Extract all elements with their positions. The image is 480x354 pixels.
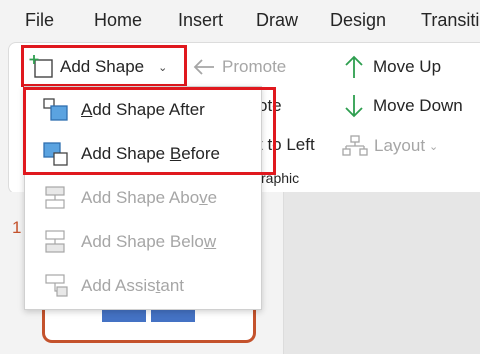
layout-button[interactable]: Layout ⌄ — [342, 134, 438, 158]
move-down-label: Move Down — [373, 96, 463, 115]
promote-button[interactable]: Promote — [192, 57, 286, 77]
thumbnail-shape — [151, 308, 195, 322]
tab-home[interactable]: Home — [94, 10, 142, 31]
move-up-button[interactable]: Move Up — [342, 54, 441, 80]
tab-draw[interactable]: Draw — [256, 10, 298, 31]
promote-label: Promote — [222, 57, 287, 76]
thumbnail-shape — [102, 308, 146, 322]
chevron-down-icon: ⌄ — [429, 140, 439, 153]
add-shape-below-icon — [45, 230, 65, 253]
tab-design[interactable]: Design — [330, 10, 386, 31]
tab-transitions[interactable]: Transiti — [421, 10, 479, 31]
move-up-label: Move Up — [373, 57, 442, 76]
slide-number: 1 — [12, 218, 22, 237]
tab-insert[interactable]: Insert — [178, 10, 223, 31]
menu-bar: File Home Insert Draw Design Transiti — [0, 0, 480, 42]
arrow-left-icon — [193, 59, 214, 75]
add-assistant-icon — [45, 274, 68, 297]
add-shape-below-item[interactable]: Add Shape Below — [25, 222, 261, 262]
slide-editor-area — [284, 192, 480, 354]
highlight-box-button — [21, 45, 187, 87]
highlight-box-menu — [23, 87, 276, 175]
add-shape-above-item[interactable]: Add Shape Above — [25, 178, 261, 218]
add-assistant-item[interactable]: Add Assistant — [25, 266, 261, 306]
tab-file[interactable]: File — [25, 10, 54, 31]
arrow-up-icon — [345, 55, 363, 78]
layout-label: Layout — [374, 136, 426, 155]
move-down-button[interactable]: Move Down — [342, 93, 463, 119]
arrow-down-icon — [345, 95, 363, 118]
org-chart-icon — [342, 135, 368, 156]
add-shape-above-icon — [45, 186, 65, 209]
